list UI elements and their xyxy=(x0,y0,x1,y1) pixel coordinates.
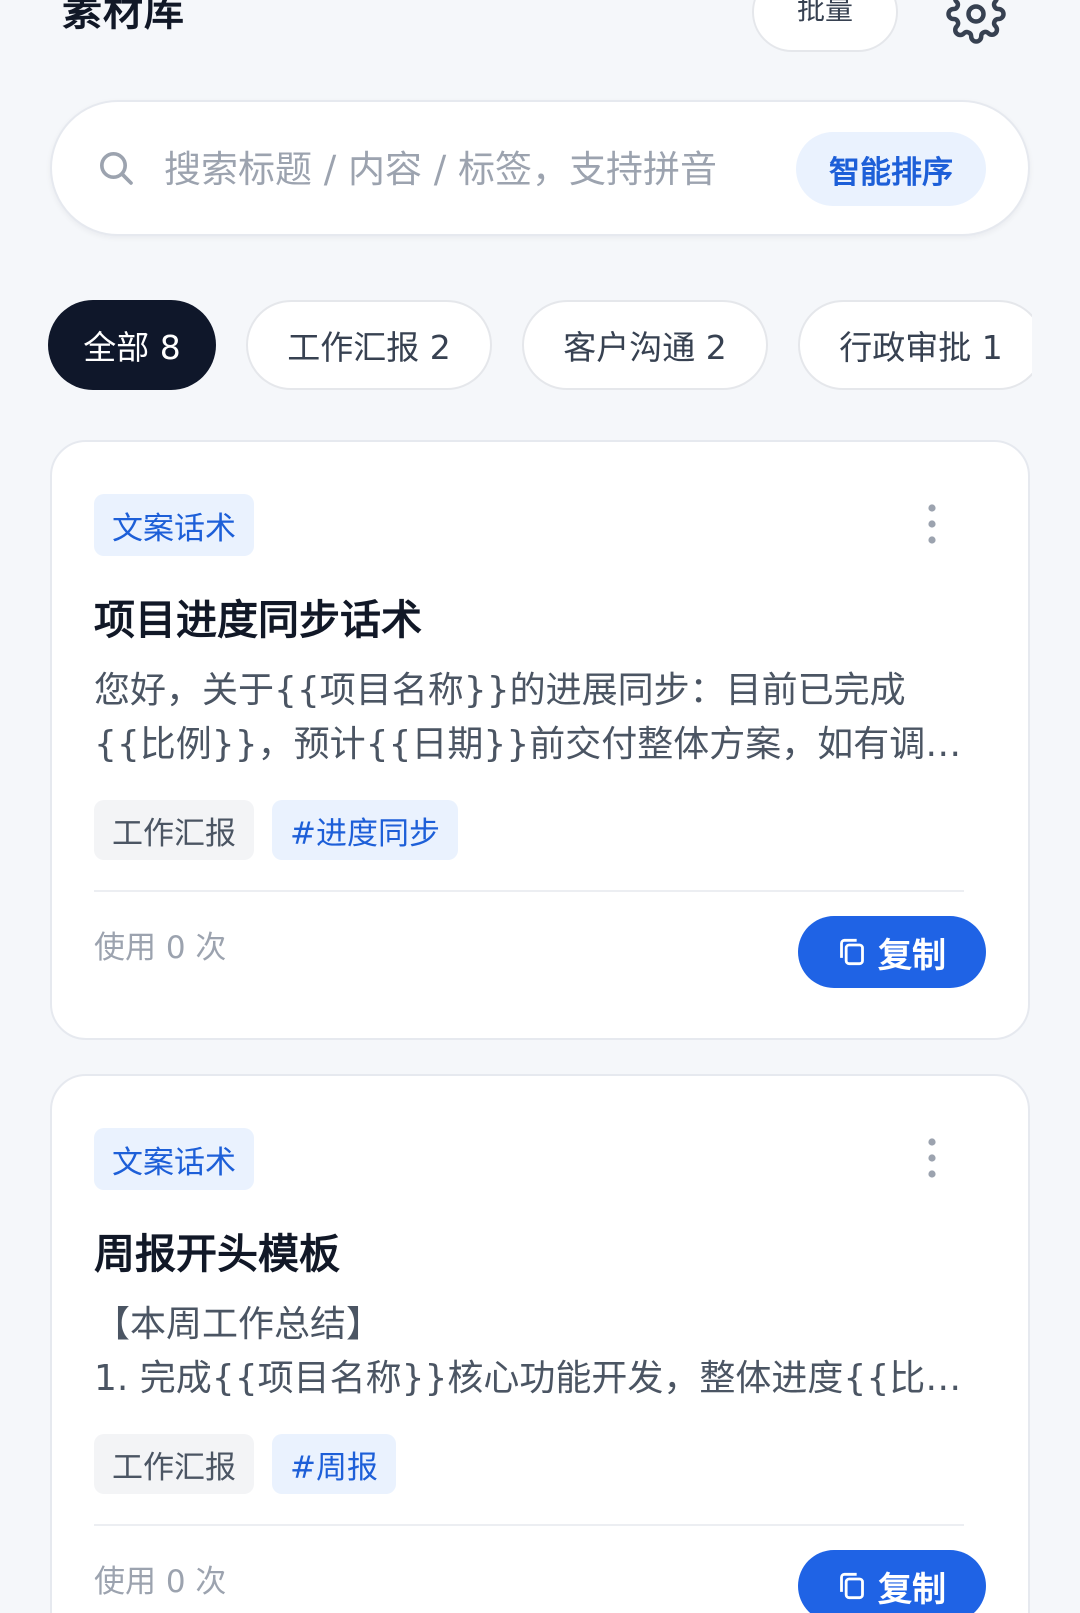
category-chip-customer[interactable]: 客户沟通 2 xyxy=(522,300,768,390)
card-content-preview: 【本周工作总结】 1. 完成{{项目名称}}核心功能开发，整体进度{{比… xyxy=(94,1304,962,1399)
material-library-page: 素材库 批量 智能排序 全部 8 工作汇报 2 客户沟通 2 行政审批 1 文案… xyxy=(0,0,1080,1613)
search-input[interactable] xyxy=(164,138,829,200)
card-divider xyxy=(94,1524,964,1526)
search-bar: 智能排序 xyxy=(50,100,1030,236)
card-title: 周报开头模板 xyxy=(94,1230,340,1278)
copy-button[interactable]: 复制 xyxy=(798,1550,986,1613)
category-filter-row: 全部 8 工作汇报 2 客户沟通 2 行政审批 1 xyxy=(0,300,1032,392)
usage-count: 使用 0 次 xyxy=(94,1564,227,1600)
hashtag-tag[interactable]: #周报 xyxy=(272,1434,396,1494)
material-card[interactable]: 文案话术 周报开头模板 【本周工作总结】 1. 完成{{项目名称}}核心功能开发… xyxy=(50,1074,1030,1613)
category-chip-all[interactable]: 全部 8 xyxy=(48,300,216,390)
copy-button-label: 复制 xyxy=(878,935,946,976)
search-icon xyxy=(100,152,133,185)
copy-icon xyxy=(840,1572,864,1600)
header: 素材库 批量 xyxy=(0,0,1080,80)
copy-icon xyxy=(840,938,864,966)
material-card[interactable]: 文案话术 项目进度同步话术 您好，关于{{项目名称}}的进展同步：目前已完成{{… xyxy=(50,440,1030,1040)
more-options-button[interactable] xyxy=(904,1126,960,1190)
more-options-button[interactable] xyxy=(904,492,960,556)
category-chip-work-report[interactable]: 工作汇报 2 xyxy=(246,300,492,390)
card-content-preview: 您好，关于{{项目名称}}的进展同步：目前已完成{{比例}}，预计{{日期}}前… xyxy=(94,670,926,765)
gear-icon xyxy=(946,0,1006,44)
batch-button[interactable]: 批量 xyxy=(752,0,898,52)
usage-count: 使用 0 次 xyxy=(94,930,227,966)
category-tag[interactable]: 工作汇报 xyxy=(94,1434,254,1494)
tag-list: 工作汇报 #周报 xyxy=(94,1434,396,1494)
tag-list: 工作汇报 #进度同步 xyxy=(94,800,458,860)
more-vertical-icon xyxy=(928,1138,936,1178)
copy-button[interactable]: 复制 xyxy=(798,916,986,988)
page-title: 素材库 xyxy=(62,0,185,35)
settings-button[interactable] xyxy=(942,0,1010,48)
hashtag-tag[interactable]: #进度同步 xyxy=(272,800,458,860)
category-chip-admin[interactable]: 行政审批 1 xyxy=(798,300,1032,390)
category-tag[interactable]: 工作汇报 xyxy=(94,800,254,860)
material-type-badge: 文案话术 xyxy=(94,494,254,556)
copy-button-label: 复制 xyxy=(878,1569,946,1610)
smart-sort-button[interactable]: 智能排序 xyxy=(796,132,986,206)
card-divider xyxy=(94,890,964,892)
material-type-badge: 文案话术 xyxy=(94,1128,254,1190)
card-title: 项目进度同步话术 xyxy=(94,596,422,644)
more-vertical-icon xyxy=(928,504,936,544)
